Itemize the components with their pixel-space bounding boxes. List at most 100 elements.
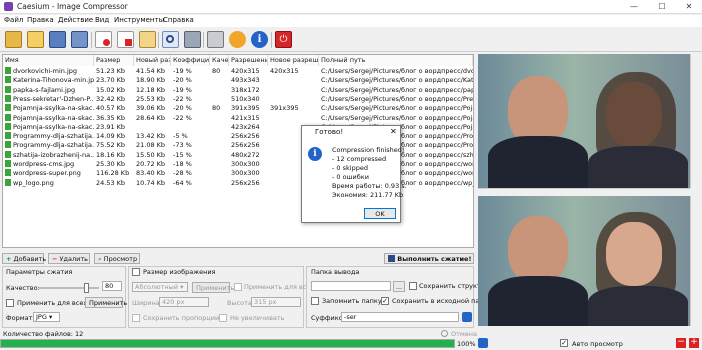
cancel-button[interactable]: Отмена [451,330,477,338]
apply-all-checkbox[interactable] [6,299,14,307]
save-icon[interactable] [49,31,66,48]
table-row[interactable]: dvorkovichi-min.jpg 51.23 Kb 41.54 Kb -19 %… [3,67,473,76]
table-cell: wordpress-cms.jpg [3,160,94,169]
ok-button[interactable]: OK [364,208,396,219]
table-cell: 75.52 Kb [94,141,134,150]
cell-text: 75.52 Kb [96,141,126,150]
apply-compression-button[interactable]: Применить [85,297,127,308]
table-cell: 318x172 [229,86,268,95]
table-cell: 391x395 [229,104,268,113]
resize-panel: Размер изображения Абсолютный ▾ Применит… [128,266,314,328]
preview-button[interactable]: ⌕ Просмотр [94,253,140,264]
cell-text: -20 % [173,76,192,85]
cell-text: dvorkovichi-min.jpg [13,67,78,75]
open-file-icon[interactable] [27,31,44,48]
table-row[interactable]: papka-s-fajlami.jpg 15.02 Kb 12.18 Kb -19 %… [3,85,473,95]
save-as-icon[interactable] [71,31,88,48]
menu-file[interactable]: Файл [4,16,23,24]
resize-panel-title: Размер изображения [143,268,216,276]
cancel-icon [441,330,448,337]
menu-tools[interactable]: Инструменты [114,16,164,24]
progress-bar [0,339,455,348]
col-header-new-resolution[interactable]: Новое разрешен [268,55,319,66]
table-cell: 256x256 [229,179,268,188]
image-file-icon [5,113,11,121]
compress-button[interactable]: Выполнить сжатие! [384,253,474,264]
resize-apply-all-checkbox[interactable] [234,283,242,291]
table-row[interactable]: wordpress-super.png 116.28 Kb 83.40 Kb -28 … [3,169,473,178]
resize-mode-select[interactable]: Абсолютный ▾ [132,282,188,292]
col-header-resolution[interactable]: Разрешени [229,55,268,66]
compressed-preview-scrollbar[interactable] [690,196,698,326]
search-icon[interactable] [162,31,179,48]
height-input[interactable]: 315 px [251,297,301,307]
exit-power-icon[interactable]: ⏻ [275,31,292,48]
table-row[interactable]: wordpress-cms.jpg 25.30 Kb 20.72 Kb -18 % 30… [3,160,473,169]
suffix-info-icon[interactable] [462,312,472,322]
table-row[interactable]: Katerina-Tihonova-min.jpg 23.70 Kb 18.90 K… [3,76,473,85]
width-input[interactable]: 420 px [159,297,209,307]
menu-edit[interactable]: Правка [27,16,54,24]
preview-icon[interactable] [184,31,201,48]
table-row[interactable]: Pojamnja-ssylka-na-skac... 23.91 Kb 423x26… [3,122,473,132]
save-original-checkbox[interactable]: ✓ [381,297,389,305]
zoom-out-icon[interactable]: − [676,338,686,348]
no-enlarge-checkbox[interactable] [219,314,227,322]
cell-text: 25.53 Kb [136,94,166,103]
table-cell: C:/Users/Sergej/Pictures/блог о вордпрес… [319,95,473,104]
output-folder-input[interactable] [311,281,391,291]
keep-structure-checkbox[interactable] [409,282,417,290]
col-header-ratio[interactable]: Коэффицие [171,55,210,66]
remember-folder-checkbox[interactable] [311,297,319,305]
browse-button[interactable]: ... [393,281,405,292]
apply-resize-button[interactable]: Применить [192,282,234,293]
minimize-button[interactable]: — [622,0,646,14]
table-row[interactable]: Pojamnja-ssylka-na-skac... 40.57 Kb 39.06 … [3,104,473,113]
options-gear-icon[interactable] [229,31,246,48]
col-header-size[interactable]: Размер [94,55,134,66]
quality-input[interactable]: 80 [102,281,122,291]
no-enlarge-label: Не увеличивать [230,314,285,322]
menu-help[interactable]: Справка [163,16,194,24]
suffix-input[interactable]: -ser [341,312,459,322]
original-preview-scrollbar[interactable] [690,54,698,188]
close-button[interactable]: ✕ [677,0,701,14]
info-icon[interactable]: i [251,31,268,48]
resize-checkbox[interactable] [132,268,140,276]
quality-slider-thumb[interactable] [84,283,89,293]
table-cell: 25.30 Kb [94,160,134,169]
col-header-full-path[interactable]: Полный путь [319,55,473,66]
cell-text: -5 % [173,132,188,141]
table-cell: -19 % [171,86,210,95]
menu-view[interactable]: Вид [95,16,109,24]
add-button[interactable]: + Добавить [2,253,46,264]
remove-item-icon[interactable] [117,31,134,48]
zoom-icon[interactable] [478,338,488,348]
table-row[interactable]: Programmy-dlja-szhatija... 14.09 Kb 13.42 … [3,132,473,141]
cell-text: 18.16 Kb [96,150,126,159]
col-header-quality[interactable]: Каче [210,55,229,66]
open-folder-icon[interactable] [5,31,22,48]
format-select[interactable]: JPG ▾ [33,312,60,322]
table-cell [210,123,229,132]
col-header-new-size[interactable]: Новый разм [134,55,171,66]
maximize-button[interactable]: ☐ [650,0,674,14]
settings-wrench-icon[interactable] [207,31,224,48]
quality-slider[interactable] [39,283,99,293]
cell-text: -20 % [173,104,192,113]
cell-text: 423x264 [231,122,260,131]
menu-action[interactable]: Действие [58,16,93,24]
table-row[interactable]: Pojamnja-ssylka-na-skac... 36.35 Kb 28.64 … [3,113,473,123]
original-preview-hscroll[interactable] [478,188,690,194]
keep-ratio-checkbox[interactable] [132,314,140,322]
cell-text: C:/Users/Sergej/Pictures/блог о вордпрес… [321,67,473,75]
table-cell: 80 [210,104,229,113]
clear-list-icon[interactable] [95,31,112,48]
col-header-name[interactable]: Имя [3,55,94,66]
clean-broom-icon[interactable] [139,31,156,48]
zoom-in-icon[interactable]: + [689,338,699,348]
remove-button[interactable]: − Удалить [48,253,90,264]
table-row[interactable]: Press-sekretar'-Dzhen-P... 32.42 Kb 25.53 … [3,94,473,104]
auto-preview-checkbox[interactable]: ✓ [560,339,568,347]
dialog-close-icon[interactable]: ✕ [390,127,397,136]
